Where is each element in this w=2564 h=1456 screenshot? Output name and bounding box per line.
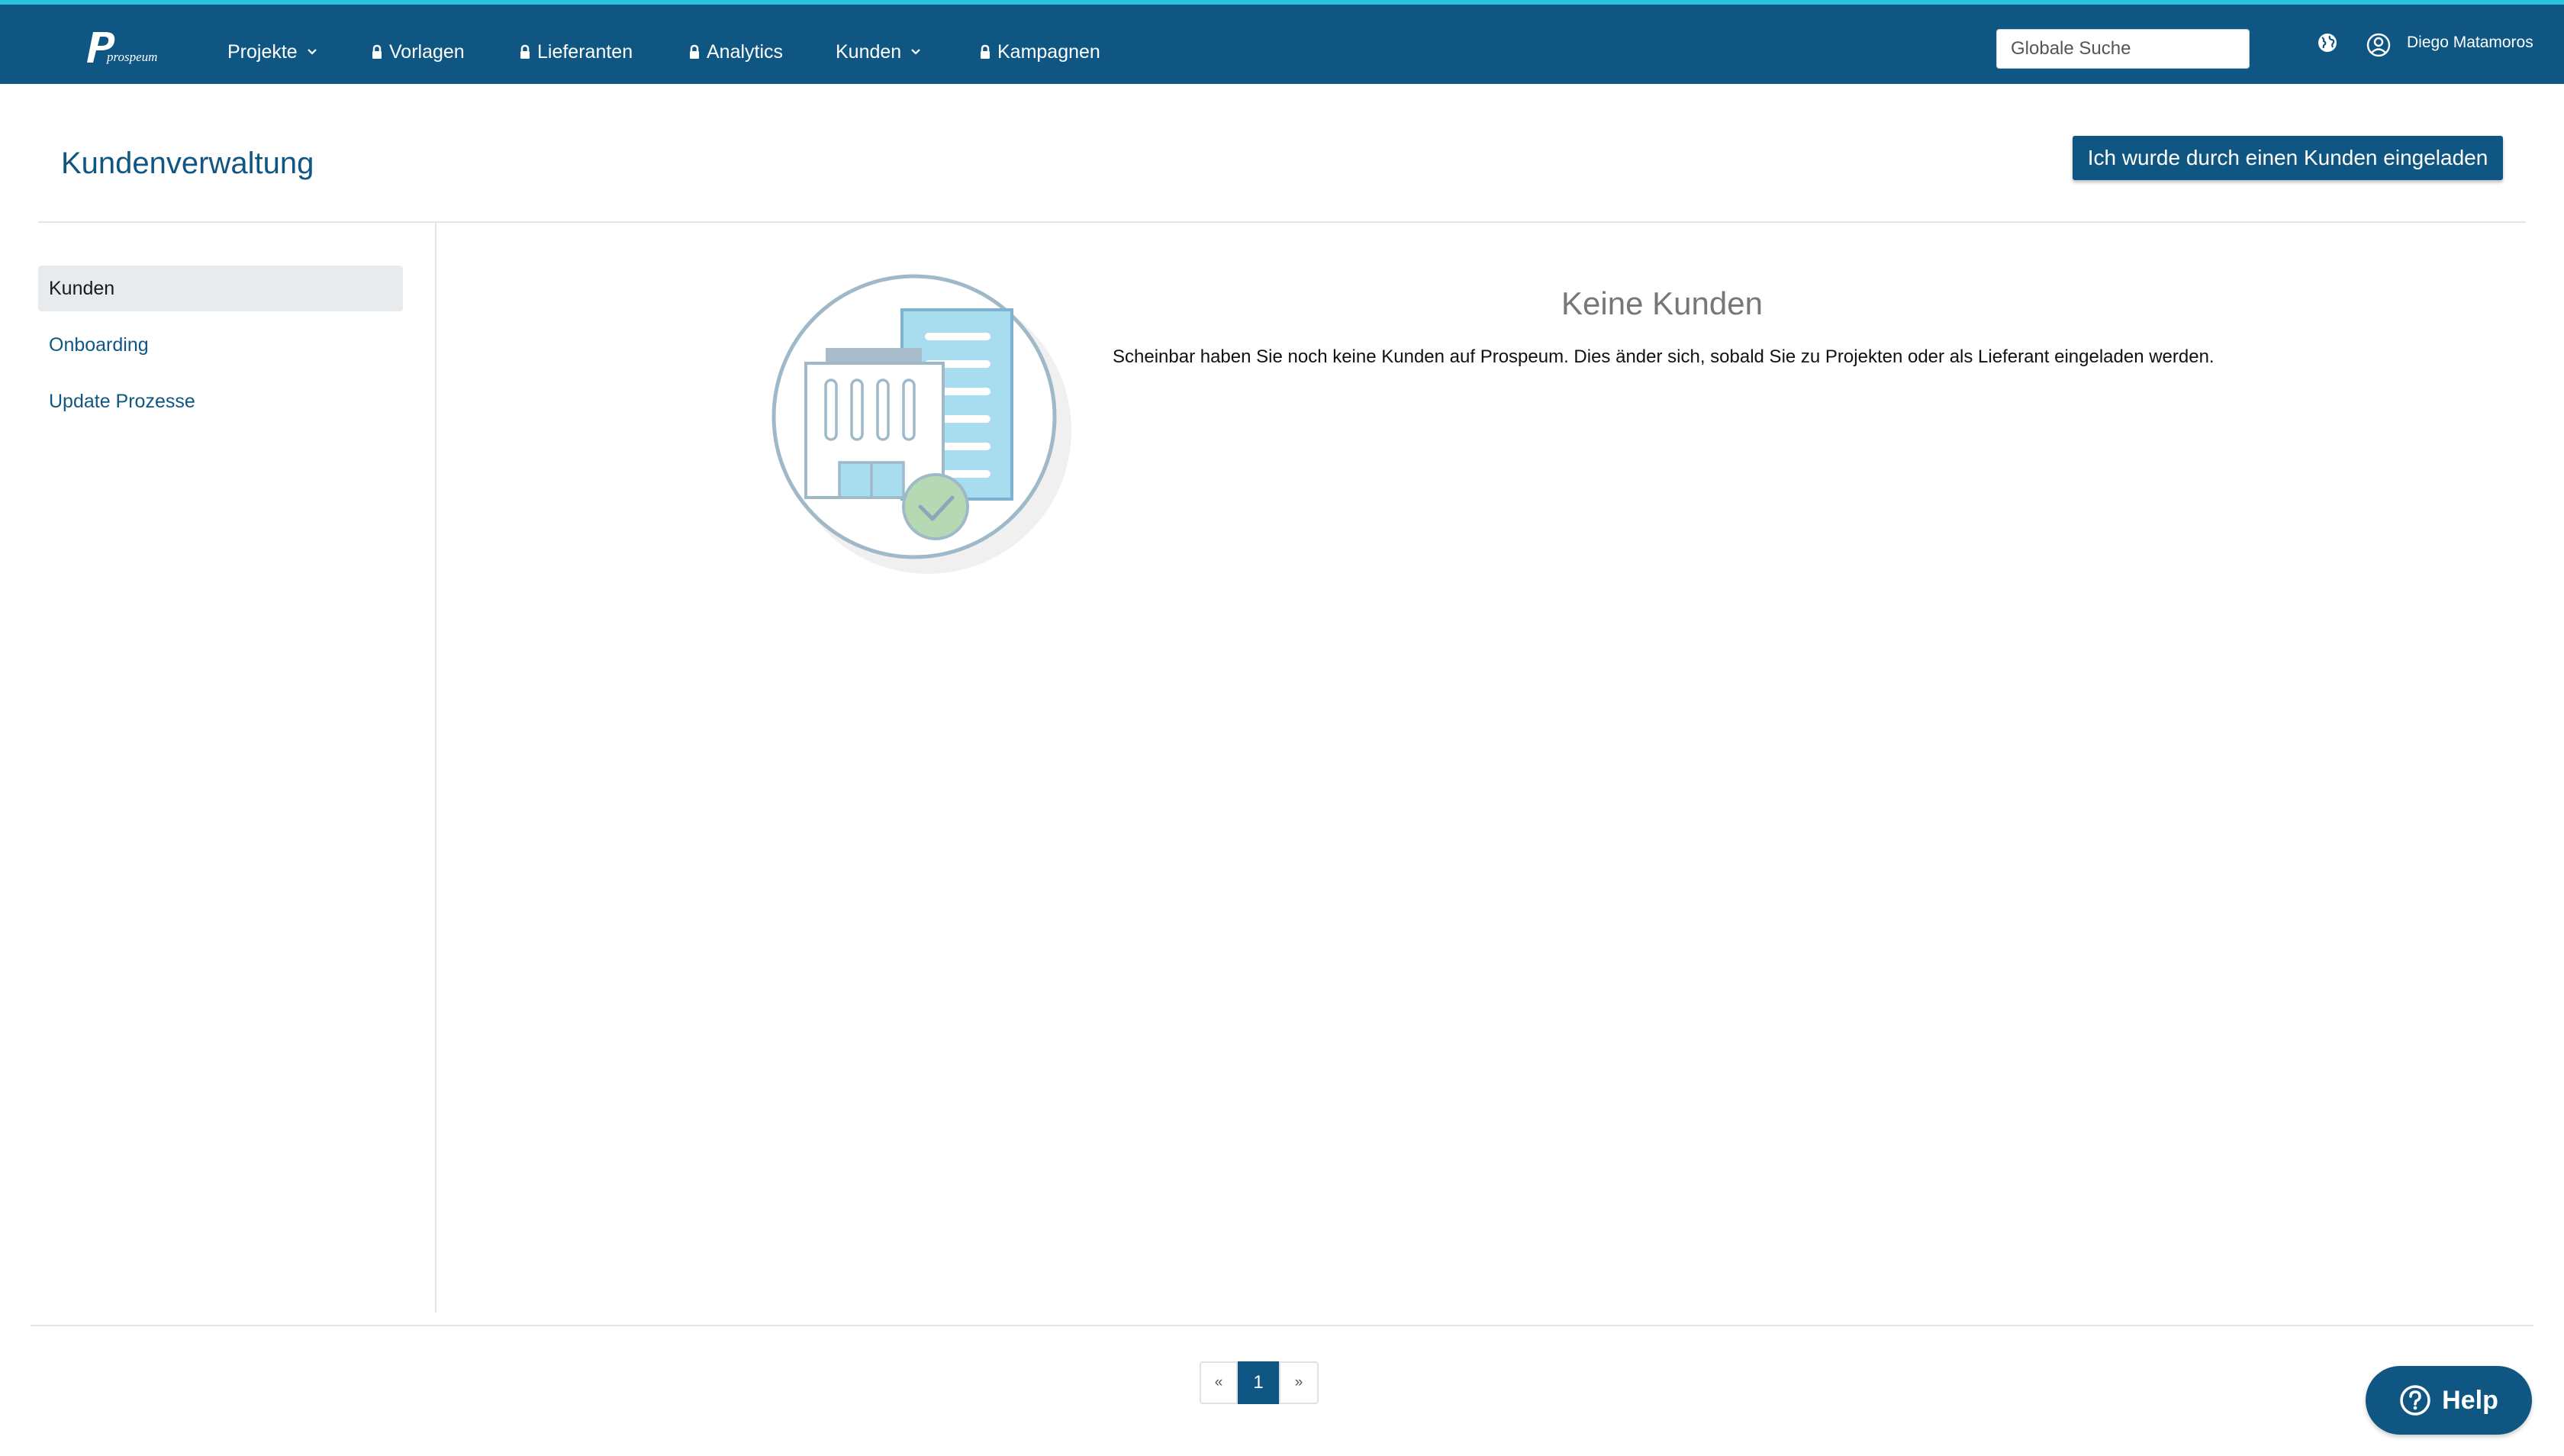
help-label: Help [2442, 1385, 2498, 1415]
sidebar: Kunden Onboarding Update Prozesse [38, 266, 403, 435]
help-button[interactable]: Help [2366, 1366, 2532, 1435]
top-navigation-bar: prospeum Projekte Vorlagen Lieferanten A… [0, 0, 2564, 84]
pagination-prev-button[interactable]: « [1200, 1361, 1238, 1404]
page-title: Kundenverwaltung [61, 147, 314, 180]
pagination-next-button[interactable]: » [1279, 1361, 1319, 1404]
global-search-input[interactable] [1996, 29, 2250, 69]
nav-projekte-label: Projekte [227, 40, 298, 63]
empty-state-message: Scheinbar haben Sie noch keine Kunden au… [1113, 346, 2215, 367]
nav-kampagnen[interactable]: Kampagnen [979, 35, 1100, 69]
lock-icon [979, 44, 991, 60]
footer-divider [31, 1325, 2533, 1326]
prospeum-logo[interactable]: prospeum [82, 27, 159, 67]
chevron-down-icon [910, 48, 921, 56]
empty-state-title: Keine Kunden [1561, 285, 1763, 321]
user-circle-icon[interactable] [2366, 32, 2392, 58]
pagination-page-1[interactable]: 1 [1238, 1361, 1279, 1404]
chevron-down-icon [307, 48, 317, 56]
empty-customers-illustration [771, 274, 1071, 574]
invited-by-customer-button[interactable]: Ich wurde durch einen Kunden eingeladen [2073, 136, 2503, 180]
nav-vorlagen-label: Vorlagen [389, 40, 465, 63]
nav-kunden[interactable]: Kunden [836, 35, 921, 69]
pagination: « 1 » [1200, 1361, 1319, 1404]
globe-icon[interactable] [2315, 31, 2340, 55]
nav-lieferanten-label: Lieferanten [537, 40, 633, 63]
lock-icon [371, 44, 383, 60]
logo-wordmark: prospeum [106, 50, 157, 64]
nav-vorlagen[interactable]: Vorlagen [371, 35, 465, 69]
nav-kampagnen-label: Kampagnen [997, 40, 1100, 63]
lock-icon [688, 44, 701, 60]
nav-analytics[interactable]: Analytics [688, 35, 783, 69]
sidebar-divider [435, 223, 436, 1313]
nav-lieferanten[interactable]: Lieferanten [519, 35, 633, 69]
sidebar-item-kunden[interactable]: Kunden [38, 266, 403, 311]
nav-analytics-label: Analytics [707, 40, 784, 63]
question-circle-icon [2399, 1384, 2431, 1416]
lock-icon [519, 44, 531, 60]
header-divider [38, 221, 2526, 223]
user-name[interactable]: Diego Matamoros [2407, 34, 2533, 52]
sidebar-item-update-prozesse[interactable]: Update Prozesse [38, 378, 403, 424]
nav-projekte[interactable]: Projekte [227, 35, 317, 69]
nav-kunden-label: Kunden [836, 40, 902, 63]
sidebar-item-onboarding[interactable]: Onboarding [38, 322, 403, 368]
